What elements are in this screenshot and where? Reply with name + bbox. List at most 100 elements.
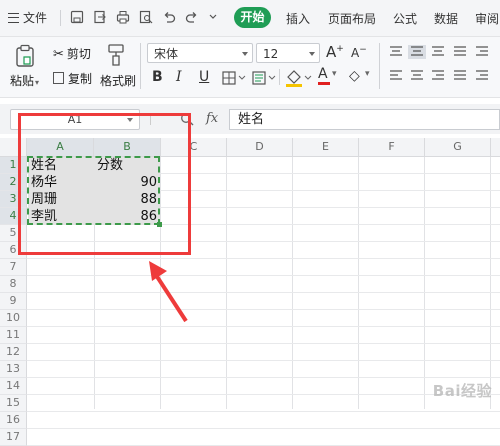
tab-page-layout[interactable]: 页面布局 bbox=[328, 10, 376, 27]
row-header-13[interactable]: 13 bbox=[0, 361, 27, 378]
align-center-icon bbox=[411, 70, 423, 80]
gridline bbox=[27, 275, 500, 276]
copy-button[interactable]: 复制 bbox=[53, 70, 92, 87]
column-header-h[interactable] bbox=[491, 138, 500, 157]
font-color-swatch bbox=[318, 82, 330, 85]
format-painter-label[interactable]: 格式刷 bbox=[100, 72, 136, 89]
print-icon[interactable] bbox=[116, 10, 130, 24]
gridline bbox=[27, 377, 500, 378]
align-bottom-icon bbox=[432, 46, 444, 56]
chevron-down-icon bbox=[242, 52, 248, 56]
row-header-16[interactable]: 16 bbox=[0, 412, 27, 429]
cut-label: 剪切 bbox=[66, 47, 91, 61]
formula-input[interactable]: 姓名 bbox=[229, 109, 500, 130]
font-name-value: 宋体 bbox=[154, 47, 179, 61]
tab-insert[interactable]: 插入 bbox=[286, 10, 310, 27]
bold-button[interactable]: B bbox=[152, 69, 163, 85]
gridline bbox=[358, 157, 359, 409]
row-header-11[interactable]: 11 bbox=[0, 327, 27, 344]
fill-color-icon[interactable] bbox=[284, 69, 314, 87]
row-header-8[interactable]: 8 bbox=[0, 276, 27, 293]
scissors-icon: ✂ bbox=[53, 47, 64, 62]
tab-formulas[interactable]: 公式 bbox=[393, 10, 417, 27]
insert-function-button[interactable]: fx bbox=[206, 111, 218, 126]
print-preview-icon[interactable] bbox=[139, 10, 153, 24]
font-size-value: 12 bbox=[263, 47, 279, 61]
gridline bbox=[27, 258, 500, 259]
chevron-down-icon[interactable] bbox=[208, 10, 218, 24]
tab-review[interactable]: 审阅 bbox=[475, 10, 499, 27]
align-right-icon bbox=[432, 70, 444, 80]
gridline bbox=[27, 394, 500, 395]
column-header-d[interactable]: D bbox=[227, 138, 293, 157]
gridline bbox=[27, 428, 500, 429]
row-header-15[interactable]: 15 bbox=[0, 395, 27, 412]
copy-label: 复制 bbox=[68, 72, 93, 86]
underline-button[interactable]: U bbox=[199, 69, 209, 85]
decrease-font-icon[interactable]: A− bbox=[351, 45, 367, 60]
gridline bbox=[27, 360, 500, 361]
column-header-e[interactable]: E bbox=[293, 138, 359, 157]
hamburger-icon bbox=[8, 13, 19, 23]
cut-button[interactable]: ✂ 剪切 bbox=[53, 45, 91, 62]
alignment-group bbox=[390, 45, 488, 80]
tab-data[interactable]: 数据 bbox=[434, 10, 458, 27]
watermark: Bai经验 bbox=[432, 382, 492, 400]
row-header-7[interactable]: 7 bbox=[0, 259, 27, 276]
tab-home[interactable]: 开始 bbox=[234, 7, 271, 28]
file-menu-label: 文件 bbox=[23, 11, 48, 25]
chevron-down-icon bbox=[309, 52, 315, 56]
gridline bbox=[226, 157, 227, 409]
annotation-arrow-icon bbox=[149, 261, 188, 323]
italic-button[interactable]: I bbox=[176, 69, 182, 85]
orientation-icon bbox=[454, 46, 466, 56]
column-header-f[interactable]: F bbox=[359, 138, 425, 157]
align-left-icon bbox=[390, 70, 402, 80]
ribbon: 粘贴▾ ✂ 剪切 复制 格式刷 宋体 12 A+ A− B I U A ▾ ◇ … bbox=[0, 37, 500, 98]
gridline bbox=[424, 157, 425, 409]
gridline bbox=[292, 157, 293, 409]
indent-icon bbox=[476, 46, 488, 80]
justify-icon bbox=[454, 70, 466, 80]
copy-icon bbox=[53, 72, 64, 84]
borders-icon[interactable] bbox=[222, 71, 248, 85]
menu-bar: 文件 开始 插入 页面布局 公式 数据 审阅 bbox=[0, 0, 500, 37]
row-header-17[interactable]: 17 bbox=[0, 429, 27, 446]
gridline bbox=[490, 157, 491, 409]
font-color-icon: A bbox=[318, 66, 328, 82]
ribbon-divider bbox=[279, 69, 280, 85]
gridline bbox=[27, 343, 500, 344]
paste-dropdown-icon: ▾ bbox=[35, 78, 40, 87]
highlight-box bbox=[18, 113, 191, 255]
row-header-12[interactable]: 12 bbox=[0, 344, 27, 361]
paste-button[interactable]: 粘贴▾ bbox=[10, 72, 39, 89]
chevron-down-icon[interactable]: ▾ bbox=[365, 69, 370, 79]
ribbon-divider bbox=[140, 43, 141, 89]
redo-icon[interactable] bbox=[185, 10, 199, 24]
row-header-10[interactable]: 10 bbox=[0, 310, 27, 327]
column-header-g[interactable]: G bbox=[425, 138, 491, 157]
menu-divider bbox=[60, 10, 61, 26]
clear-format-icon[interactable]: ◇ bbox=[349, 68, 360, 84]
chevron-down-icon[interactable]: ▾ bbox=[332, 69, 337, 79]
row-header-14[interactable]: 14 bbox=[0, 378, 27, 395]
paste-icon[interactable] bbox=[14, 44, 36, 68]
gridline bbox=[27, 292, 500, 293]
font-size-select[interactable]: 12 bbox=[256, 43, 320, 63]
increase-font-icon[interactable]: A+ bbox=[326, 43, 344, 61]
row-header-9[interactable]: 9 bbox=[0, 293, 27, 310]
ribbon-divider bbox=[379, 43, 380, 89]
save-icon[interactable] bbox=[70, 10, 84, 24]
gridline bbox=[27, 309, 500, 310]
format-painter-icon[interactable] bbox=[106, 43, 126, 67]
gridline bbox=[27, 326, 500, 327]
export-icon[interactable] bbox=[93, 10, 107, 24]
font-color-button[interactable]: A bbox=[318, 67, 330, 85]
cell-style-icon[interactable] bbox=[252, 71, 278, 85]
align-top-icon bbox=[390, 46, 402, 56]
undo-icon[interactable] bbox=[162, 10, 176, 24]
file-menu[interactable]: 文件 bbox=[8, 9, 47, 26]
gridline bbox=[27, 411, 500, 412]
font-name-select[interactable]: 宋体 bbox=[147, 43, 253, 63]
paste-label: 粘贴 bbox=[10, 74, 35, 88]
